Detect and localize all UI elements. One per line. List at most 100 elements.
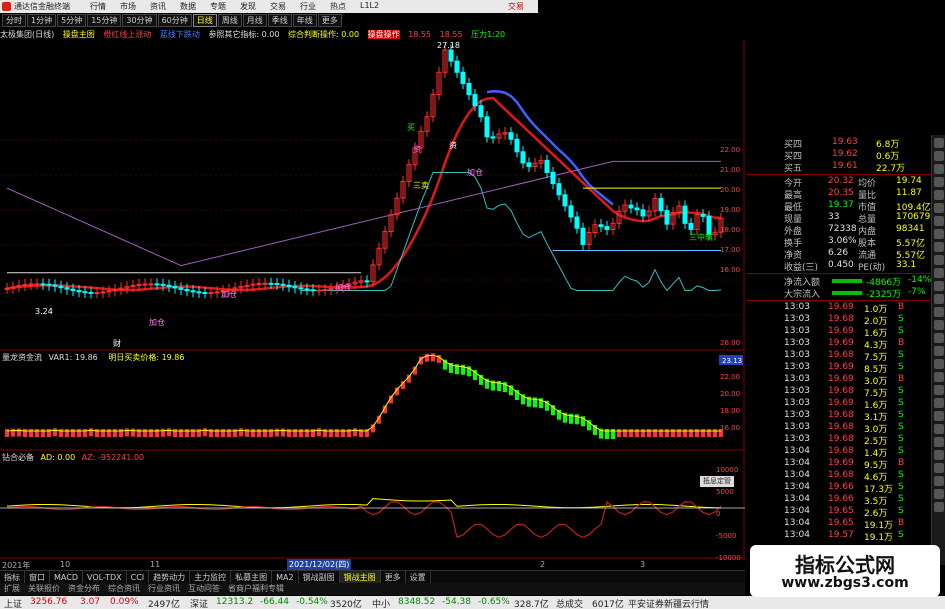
order-book-row: 买四 19.63 6.8万 <box>746 137 931 150</box>
trade-button[interactable]: 交易 <box>508 1 524 12</box>
menu-item-discover[interactable]: 发现 <box>240 1 256 12</box>
stat-row: 外盘 72338 内盘 98341 <box>746 224 931 237</box>
kline-chart-area[interactable]: 27.18买资 资三卖三中筑加仓加仓加仓加仓3.24财 22.0021.0020.… <box>0 40 745 570</box>
tab-vol[interactable]: VOL-TDX <box>83 571 127 583</box>
tick-row: 13:03 19.69 3.0万 B <box>746 374 931 387</box>
menu-item-topics[interactable]: 专题 <box>210 1 226 12</box>
tool-icon-13[interactable] <box>934 294 944 304</box>
tab-trend[interactable]: 趋势动力 <box>149 571 191 583</box>
tab-main[interactable]: 钢战主图 <box>339 571 381 583</box>
period-15min[interactable]: 15分钟 <box>87 14 122 27</box>
tool-icon-12[interactable] <box>934 281 944 291</box>
tick-time: 13:04 <box>784 482 810 492</box>
tab-settings[interactable]: 设置 <box>406 571 431 583</box>
tool-icon-29[interactable] <box>934 502 944 512</box>
period-monthly[interactable]: 月线 <box>242 14 267 27</box>
tool-icon-27[interactable] <box>934 476 944 486</box>
tool-icon-14[interactable] <box>934 307 944 317</box>
float-label[interactable]: 抵息定管 <box>700 476 734 487</box>
flow-bar <box>125 428 129 437</box>
period-weekly[interactable]: 周线 <box>217 14 242 27</box>
period-60min[interactable]: 60分钟 <box>157 14 192 27</box>
tool-icon-11[interactable] <box>934 268 944 278</box>
tab-private[interactable]: 私募主图 <box>231 571 273 583</box>
period-more[interactable]: 更多 <box>317 14 342 27</box>
sub2-title[interactable]: 钻合必备 <box>2 453 34 462</box>
tool-icon-22[interactable] <box>934 411 944 421</box>
tool-icon-19[interactable] <box>934 372 944 382</box>
tick-time: 13:03 <box>784 350 810 360</box>
menu-item-trade[interactable]: 交易 <box>270 1 286 12</box>
flow-percent: -14% <box>908 275 932 285</box>
price-tick: 20.00 <box>720 186 740 194</box>
zx-name[interactable]: 中小 <box>372 597 390 609</box>
tab2-news[interactable]: 综合资讯 <box>104 583 144 595</box>
candle-body <box>568 205 574 218</box>
menu-item-market[interactable]: 市场 <box>120 1 136 12</box>
flow-bar <box>617 429 621 437</box>
tool-icon-28[interactable] <box>934 489 944 499</box>
tab2-welfare[interactable]: 省商户福利专辑 <box>224 583 288 595</box>
tab-sub[interactable]: 钢战副图 <box>299 571 340 583</box>
tool-icon-4[interactable] <box>934 177 944 187</box>
tab2-industry[interactable]: 行业资讯 <box>144 583 184 595</box>
tool-icon-1[interactable] <box>934 138 944 148</box>
tool-icon-6[interactable] <box>934 203 944 213</box>
stat-row: 最低 19.37 市值 109.4亿 <box>746 200 931 213</box>
flow-bar <box>665 429 669 437</box>
sh-name[interactable]: 上证 <box>4 597 22 609</box>
sub1-title[interactable]: 量龙资金流 <box>2 353 42 362</box>
tool-icon-7[interactable] <box>934 216 944 226</box>
menu-item-hot[interactable]: 热点 <box>330 1 346 12</box>
menu-item-data[interactable]: 数据 <box>180 1 196 12</box>
tab2-qa[interactable]: 互动问答 <box>184 583 224 595</box>
tool-icon-15[interactable] <box>934 320 944 330</box>
period-5min[interactable]: 5分钟 <box>57 14 87 27</box>
flow-bar <box>221 429 225 437</box>
menu-item-quotes[interactable]: 行情 <box>90 1 106 12</box>
period-quarterly[interactable]: 季线 <box>267 14 292 27</box>
tab-macd[interactable]: MACD <box>50 571 83 583</box>
tick-price: 19.69 <box>828 302 854 312</box>
tab2-related[interactable]: 关联报价 <box>24 583 64 595</box>
indicator-name[interactable]: 操盘主图 <box>63 30 95 39</box>
menu-item-l1l2[interactable]: L1L2 <box>360 1 379 12</box>
tick-row: 13:03 19.69 4.3万 B <box>746 338 931 351</box>
menu-item-industry[interactable]: 行业 <box>300 1 316 12</box>
menu-item-news[interactable]: 资讯 <box>150 1 166 12</box>
tab-indicator[interactable]: 指标 <box>0 571 25 583</box>
tab-window[interactable]: 窗口 <box>25 571 50 583</box>
sz-name[interactable]: 深证 <box>190 597 208 609</box>
flow-bar <box>203 428 207 437</box>
stat-row: 净资 6.26 流通 5.57亿 <box>746 248 931 261</box>
tool-icon-16[interactable] <box>934 333 944 343</box>
tool-icon-9[interactable] <box>934 242 944 252</box>
tool-icon-10[interactable] <box>934 255 944 265</box>
tool-icon-17[interactable] <box>934 346 944 356</box>
tool-icon-25[interactable] <box>934 450 944 460</box>
tool-icon-5[interactable] <box>934 190 944 200</box>
tab2-extend[interactable]: 扩展 <box>0 583 24 595</box>
period-intraday[interactable]: 分时 <box>2 14 26 27</box>
tab-cci[interactable]: CCI <box>127 571 150 583</box>
tab2-capital[interactable]: 资金分布 <box>64 583 104 595</box>
tool-icon-18[interactable] <box>934 359 944 369</box>
period-1min[interactable]: 1分钟 <box>27 14 57 27</box>
tool-icon-20[interactable] <box>934 385 944 395</box>
tool-icon-8[interactable] <box>934 229 944 239</box>
watermark-title: 指标公式网 <box>795 553 895 577</box>
stat-row: 现量 33 总量 170679 <box>746 212 931 225</box>
tool-icon-24[interactable] <box>934 437 944 447</box>
period-yearly[interactable]: 年线 <box>292 14 317 27</box>
tool-icon-2[interactable] <box>934 151 944 161</box>
tool-icon-3[interactable] <box>934 164 944 174</box>
tab-monitor[interactable]: 主力监控 <box>190 571 232 583</box>
period-30min[interactable]: 30分钟 <box>122 14 157 27</box>
tool-icon-21[interactable] <box>934 398 944 408</box>
tool-icon-23[interactable] <box>934 424 944 434</box>
tab-more[interactable]: 更多 <box>381 571 406 583</box>
tab-ma2[interactable]: MA2 <box>272 571 299 583</box>
tool-icon-26[interactable] <box>934 463 944 473</box>
period-daily[interactable]: 日线 <box>192 14 217 27</box>
stat-label: PE(动) <box>858 263 886 273</box>
